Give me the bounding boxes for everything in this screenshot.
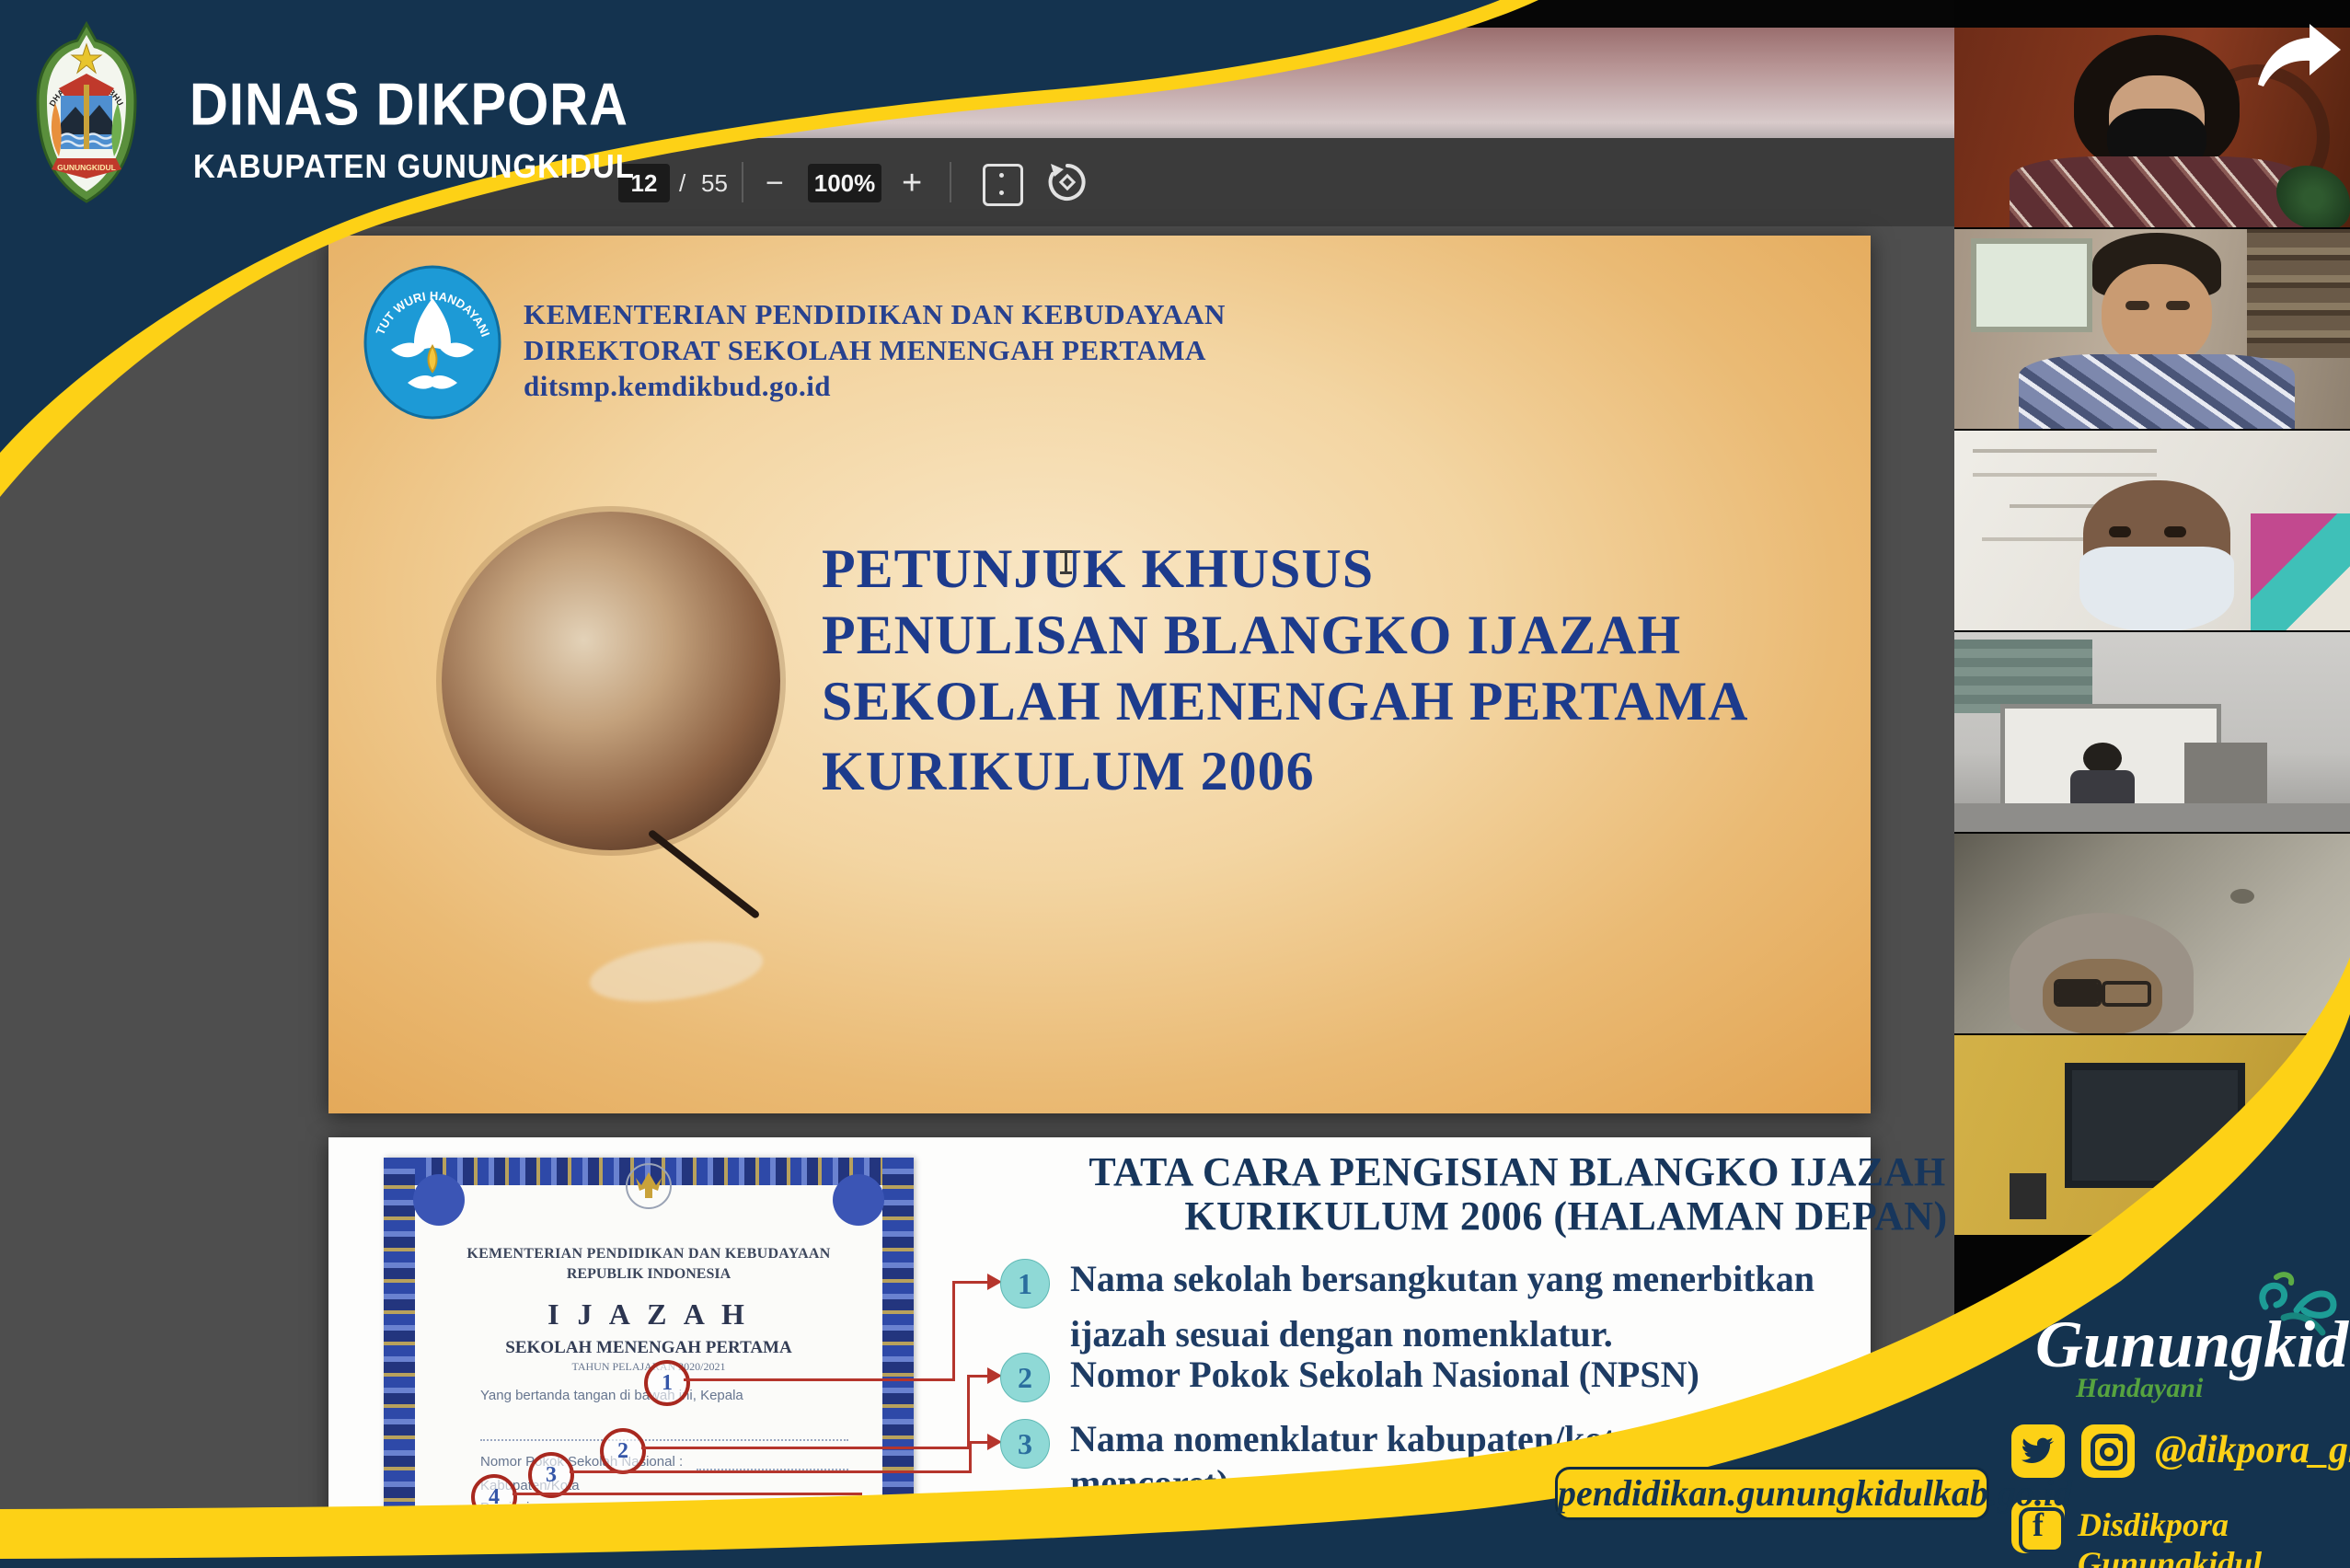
twitter-icon[interactable]: [2011, 1424, 2065, 1478]
bottom-swoosh: [0, 0, 2350, 1568]
instagram-icon[interactable]: [2081, 1424, 2135, 1478]
facebook-label: Disdikpora Gunungkidul: [2078, 1505, 2350, 1568]
social-handle: @dikpora_gk: [2155, 1428, 2350, 1472]
brand-tagline: Handayani: [2076, 1373, 2203, 1404]
brand-wordmark: Gunungkidul: [2035, 1307, 2350, 1383]
website-pill[interactable]: pendidikan.gunungkidulkab.go.id: [1555, 1467, 1989, 1520]
livestream-frame: 12 / 55 − 100% + TUT WURI HANDA: [0, 0, 2350, 1568]
